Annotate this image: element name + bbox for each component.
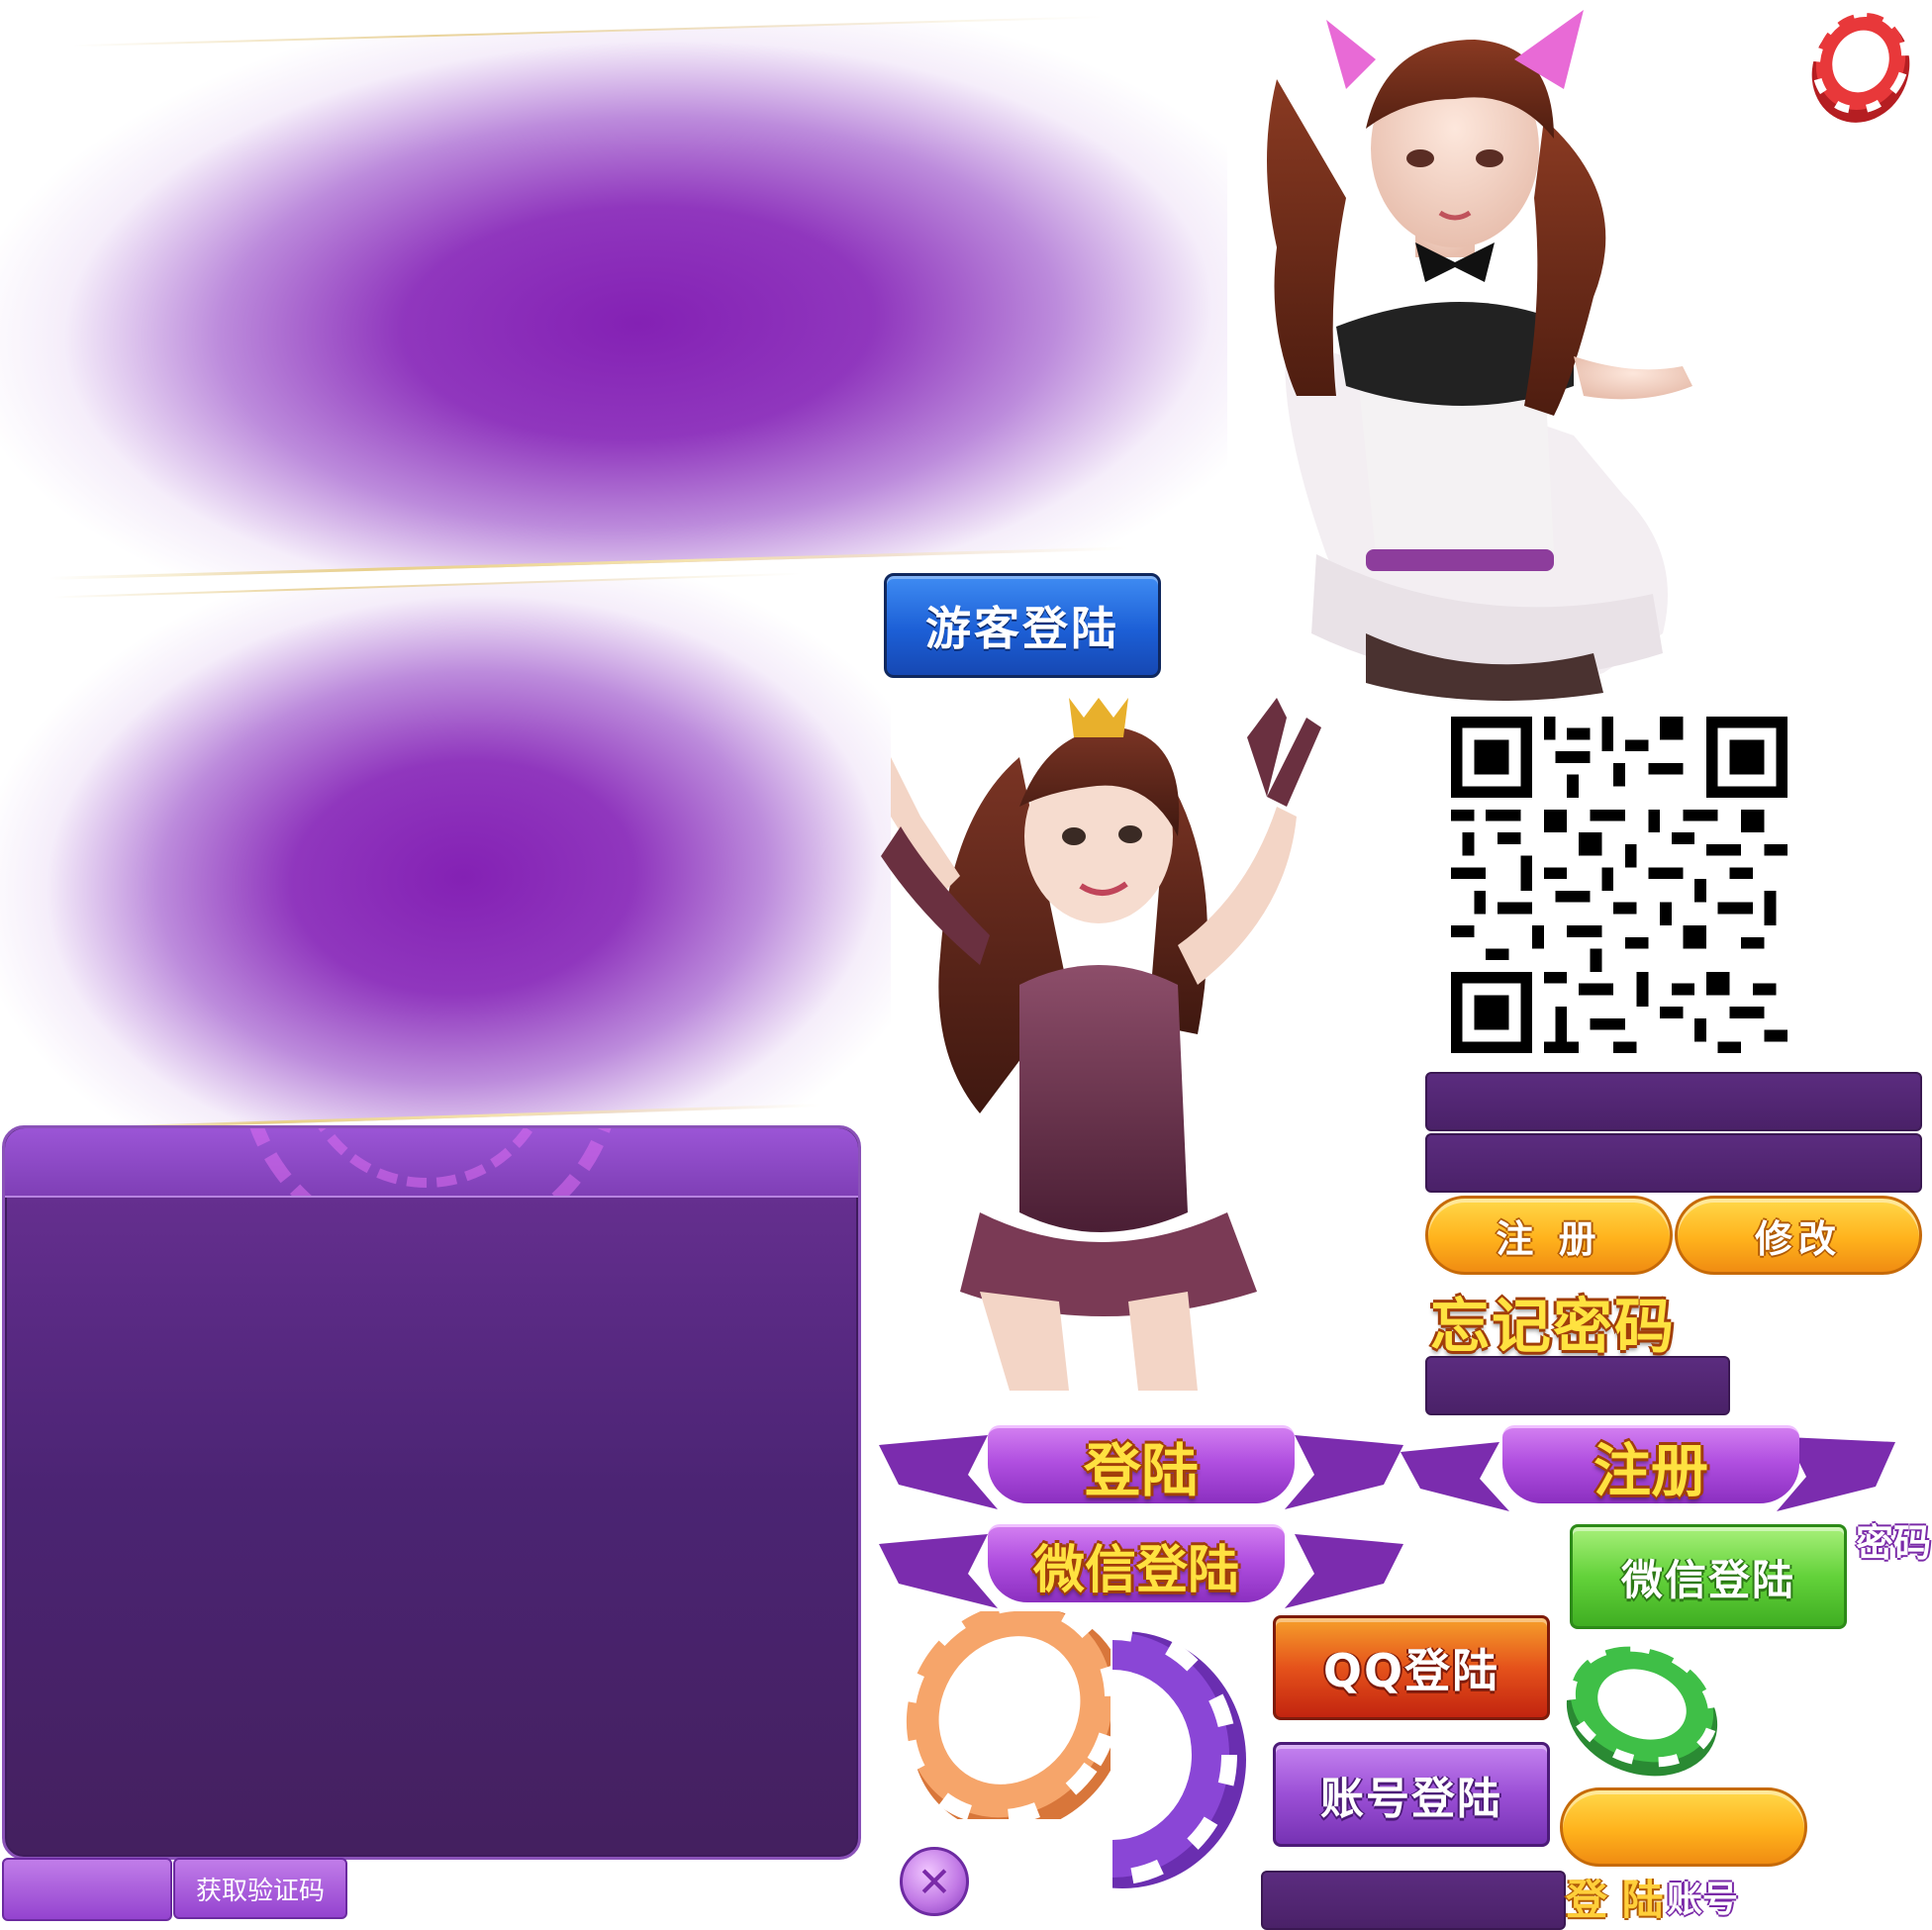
purple-banner-middle: [0, 569, 891, 1133]
wechat-ribbon[interactable]: 微信登陆: [988, 1524, 1285, 1602]
get-code-label: 获取验证码: [195, 1876, 325, 1906]
wechat-login-button[interactable]: 微信登陆: [1570, 1524, 1847, 1629]
girl-character-crown: [881, 698, 1321, 1391]
login-ribbon-label: 登陆: [1083, 1437, 1199, 1504]
get-code-button[interactable]: 获取验证码: [173, 1858, 347, 1919]
close-button[interactable]: ✕: [900, 1847, 969, 1916]
girl-character-cat-ears: [1267, 10, 1692, 701]
qr-code-icon: [1447, 717, 1791, 1053]
username-input[interactable]: [1425, 1072, 1922, 1131]
forgot-password-title[interactable]: 忘记密码: [1430, 1279, 1676, 1365]
guest-login-button[interactable]: 游客登陆: [884, 573, 1161, 678]
qq-login-button[interactable]: QQ登陆: [1273, 1615, 1550, 1720]
red-chip-icon: [1811, 9, 1910, 123]
password-label: 密码: [1856, 1521, 1932, 1565]
close-icon: ✕: [917, 1857, 952, 1906]
panel-header: [5, 1128, 858, 1198]
account-text-label: 账号: [1667, 1880, 1739, 1920]
qq-login-label: QQ登陆: [1322, 1644, 1500, 1697]
modify-pill-button[interactable]: 修改: [1675, 1196, 1922, 1275]
guest-login-label: 游客登陆: [925, 602, 1119, 655]
purple-banner-top: [0, 12, 1227, 582]
register-ribbon[interactable]: 注册: [1502, 1425, 1799, 1504]
password-input[interactable]: [1425, 1133, 1922, 1193]
account-input[interactable]: [1261, 1871, 1566, 1930]
register-pill-label: 注 册: [1496, 1216, 1602, 1261]
code-input[interactable]: [2, 1858, 172, 1921]
orange-chip-icon: [898, 1611, 1111, 1819]
modify-pill-label: 修改: [1754, 1216, 1842, 1261]
verify-input[interactable]: [1425, 1356, 1730, 1415]
login-ribbon[interactable]: 登陆: [988, 1425, 1295, 1504]
green-chip-icon: [1565, 1641, 1719, 1777]
account-login-label: 账号登陆: [1320, 1774, 1502, 1824]
wechat-login-label: 微信登陆: [1620, 1555, 1795, 1604]
login-pill-blank[interactable]: [1560, 1787, 1807, 1867]
main-panel: [2, 1125, 861, 1860]
wechat-ribbon-label: 微信登陆: [1032, 1540, 1239, 1600]
login-text-label: 登 陆: [1566, 1876, 1664, 1924]
register-ribbon-label: 注册: [1593, 1437, 1708, 1504]
register-pill-button[interactable]: 注 册: [1425, 1196, 1673, 1275]
account-login-button[interactable]: 账号登陆: [1273, 1742, 1550, 1847]
purple-chip-icon: [1112, 1631, 1246, 1888]
